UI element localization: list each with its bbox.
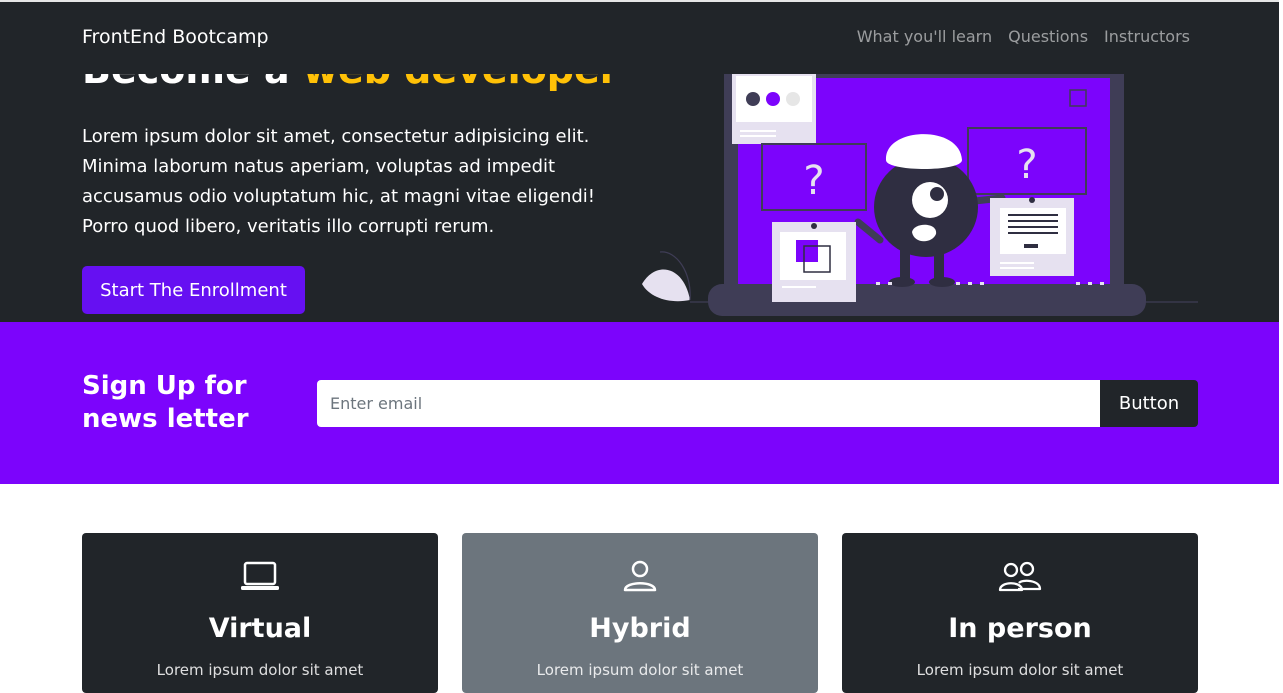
page-scrollbar[interactable] — [1279, 0, 1283, 670]
brand-link[interactable]: FrontEnd Bootcamp — [82, 26, 269, 48]
people-icon — [842, 559, 1198, 593]
hero-illustration: ? ? — [642, 72, 1198, 316]
nav-link-instructors[interactable]: Instructors — [1104, 27, 1190, 46]
card-text-virtual: Lorem ipsum dolor sit amet — [156, 661, 364, 679]
card-title-hybrid: Hybrid — [589, 613, 691, 644]
navbar: FrontEnd Bootcamp What you'll learn Ques… — [0, 2, 1279, 74]
laptop-icon — [82, 559, 438, 593]
hero-description: Lorem ipsum dolor sit amet, consectetur … — [82, 126, 596, 237]
card-virtual: Virtual Lorem ipsum dolor sit amet — [82, 533, 438, 693]
email-input[interactable] — [317, 380, 1101, 427]
card-text-hybrid: Lorem ipsum dolor sit amet — [536, 661, 744, 679]
question-mark-right: ? — [1016, 142, 1037, 188]
card-text-in-person: Lorem ipsum dolor sit amet — [916, 661, 1124, 679]
card-title-in-person: In person — [948, 613, 1092, 644]
newsletter-submit-button[interactable]: Button — [1100, 380, 1198, 427]
hero-section: FrontEnd Bootcamp What you'll learn Ques… — [0, 2, 1279, 322]
question-mark-left: ? — [803, 158, 824, 204]
start-enrollment-button[interactable]: Start The Enrollment — [82, 266, 305, 314]
newsletter-title: Sign Up for news letter — [82, 371, 249, 434]
nav-links: What you'll learn Questions Instructors — [857, 27, 1190, 46]
card-title-virtual: Virtual — [208, 613, 312, 644]
card-in-person: In person Lorem ipsum dolor sit amet — [842, 533, 1198, 693]
newsletter-section: Sign Up for news letter Button — [0, 322, 1279, 484]
person-icon — [462, 559, 818, 593]
nav-link-questions[interactable]: Questions — [1008, 27, 1088, 46]
card-hybrid: Hybrid Lorem ipsum dolor sit amet — [462, 533, 818, 693]
nav-link-what-youll-learn[interactable]: What you'll learn — [857, 27, 992, 46]
